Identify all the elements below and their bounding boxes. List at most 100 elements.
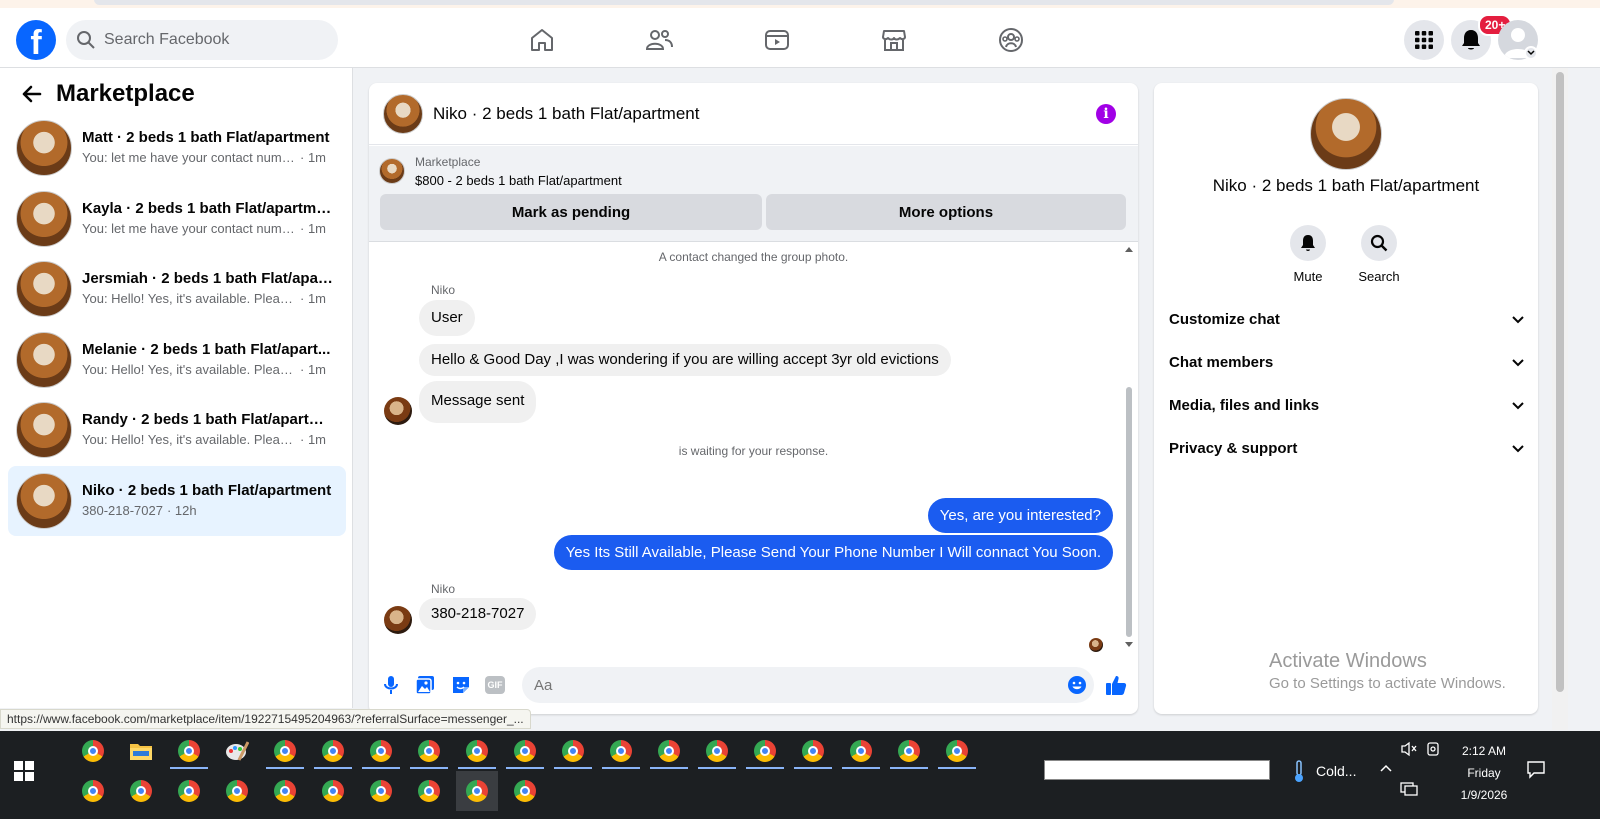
conversation-item-active[interactable]: Niko · 2 beds 1 bath Flat/apartment 380-… [8,466,346,536]
chrome-profile-icon[interactable] [413,735,445,767]
video-icon[interactable] [759,22,795,58]
chrome-profile-icon[interactable] [941,735,973,767]
windows-start-icon[interactable] [14,761,34,781]
friends-icon[interactable] [641,22,677,58]
listing-thumbnail [16,261,72,317]
facebook-logo[interactable]: f [16,20,56,60]
chrome-profile-icon[interactable] [893,735,925,767]
chrome-profile-icon[interactable] [605,735,637,767]
gif-icon[interactable]: GIF [483,673,507,697]
taskbar-running-indicator [266,767,976,769]
conversation-preview: You: Hello! Yes, it's available. Please … [82,291,296,306]
clock-time: 2:12 AM [1461,744,1507,758]
taskbar-address-input[interactable] [1044,760,1270,780]
chrome-profile-icon[interactable] [269,735,301,767]
emoji-icon[interactable] [1065,673,1089,697]
chat-title[interactable]: Niko · 2 beds 1 bath Flat/apartment [433,104,699,124]
search-in-chat-button[interactable]: Search [1349,225,1409,284]
account-chevron-icon[interactable] [1524,46,1538,60]
chat-scrollbar[interactable] [1123,243,1135,655]
message-composer: GIF [369,663,1138,707]
chrome-profile-icon[interactable] [77,775,109,807]
message-input[interactable] [522,667,1094,703]
chrome-profile-icon[interactable] [173,735,205,767]
section-label: Chat members [1169,353,1274,371]
chrome-profile-icon[interactable] [173,775,205,807]
more-options-button[interactable]: More options [766,194,1126,230]
media-files-links-section[interactable]: Media, files and links [1169,390,1525,420]
groups-icon[interactable] [993,22,1029,58]
link-status-url: https://www.facebook.com/marketplace/ite… [0,709,531,729]
mark-as-pending-button[interactable]: Mark as pending [380,194,762,230]
chrome-profile-icon-active[interactable] [456,771,498,811]
home-icon[interactable] [524,22,560,58]
weather-widget[interactable]: Cold... [1290,759,1356,783]
chrome-profile-icon[interactable] [845,735,877,767]
sidebar-title: Marketplace [56,80,195,107]
chevron-up-icon[interactable] [1379,763,1393,773]
chrome-profile-icon[interactable] [365,735,397,767]
thumbs-up-icon[interactable] [1104,673,1128,697]
paint-app-icon[interactable] [221,735,253,767]
chrome-profile-icon[interactable] [461,735,493,767]
page-scrollbar[interactable] [1552,68,1568,730]
conversation-name: Randy · 2 beds 1 bath Flat/apartm... [82,411,334,428]
page-scrollbar-thumb[interactable] [1556,72,1564,692]
conversation-item[interactable]: Kayla · 2 beds 1 bath Flat/apartment You… [8,184,346,254]
customize-chat-section[interactable]: Customize chat [1169,304,1525,334]
photo-icon[interactable] [413,673,437,697]
browser-top-strip [0,0,1600,8]
chrome-profile-icon[interactable] [317,775,349,807]
marketplace-label: Marketplace [415,155,481,169]
chrome-profile-icon[interactable] [749,735,781,767]
chrome-profile-icon[interactable] [125,775,157,807]
sticker-icon[interactable] [449,673,473,697]
chat-details-panel: Niko · 2 beds 1 bath Flat/apartment Mute… [1154,83,1538,714]
mute-button[interactable]: Mute [1278,225,1338,284]
notification-center-icon[interactable] [1526,759,1546,779]
chrome-profile-icon[interactable] [317,735,349,767]
chat-details-name: Niko · 2 beds 1 bath Flat/apartment [1212,176,1480,195]
file-explorer-icon[interactable] [125,735,157,767]
scroll-down-icon[interactable] [1124,641,1134,649]
camera-privacy-icon[interactable] [1426,741,1440,757]
marketplace-icon[interactable] [876,22,912,58]
chat-listing-thumbnail[interactable] [383,93,423,134]
chrome-profile-icon[interactable] [221,775,253,807]
chrome-profile-icon[interactable] [797,735,829,767]
privacy-support-section[interactable]: Privacy & support [1169,433,1525,463]
speaker-muted-icon[interactable] [1400,741,1418,757]
search-icon [1370,234,1388,252]
chrome-profile-icon[interactable] [509,735,541,767]
scrollbar-thumb[interactable] [1126,387,1132,637]
chrome-profile-icon[interactable] [509,775,541,807]
section-label: Media, files and links [1169,396,1320,414]
system-message: A contact changed the group photo. [658,250,849,264]
menu-grid-icon[interactable] [1404,20,1444,60]
back-arrow-icon[interactable] [18,80,46,108]
listing-description[interactable]: $800 - 2 beds 1 bath Flat/apartment [415,173,622,188]
section-label: Customize chat [1169,310,1280,328]
taskbar-clock[interactable]: 2:12 AM Friday 1/9/2026 [1444,740,1524,806]
chrome-profile-icon[interactable] [365,775,397,807]
chrome-profile-icon[interactable] [653,735,685,767]
conversation-item[interactable]: Melanie · 2 beds 1 bath Flat/apart... Yo… [8,325,346,395]
chrome-profile-icon[interactable] [701,735,733,767]
network-icon[interactable] [1400,781,1418,797]
search-input[interactable] [104,31,324,49]
conversation-time: · 1m [300,221,326,236]
conversation-time: · 1m [300,150,326,165]
scroll-up-icon[interactable] [1124,245,1134,253]
conversation-item[interactable]: Matt · 2 beds 1 bath Flat/apartment You:… [8,113,346,183]
info-icon[interactable]: i [1096,104,1116,124]
chrome-profile-icon[interactable] [269,775,301,807]
chrome-profile-icon[interactable] [413,775,445,807]
conversation-item[interactable]: Jersmiah · 2 beds 1 bath Flat/apart... Y… [8,254,346,324]
chat-members-section[interactable]: Chat members [1169,347,1525,377]
microphone-icon[interactable] [379,673,403,697]
search-facebook-box[interactable] [66,20,338,60]
chrome-taskbar-icon[interactable] [77,735,109,767]
chrome-profile-icon[interactable] [557,735,589,767]
conversation-item[interactable]: Randy · 2 beds 1 bath Flat/apartm... You… [8,395,346,465]
chat-profile-photo[interactable] [1310,98,1382,170]
